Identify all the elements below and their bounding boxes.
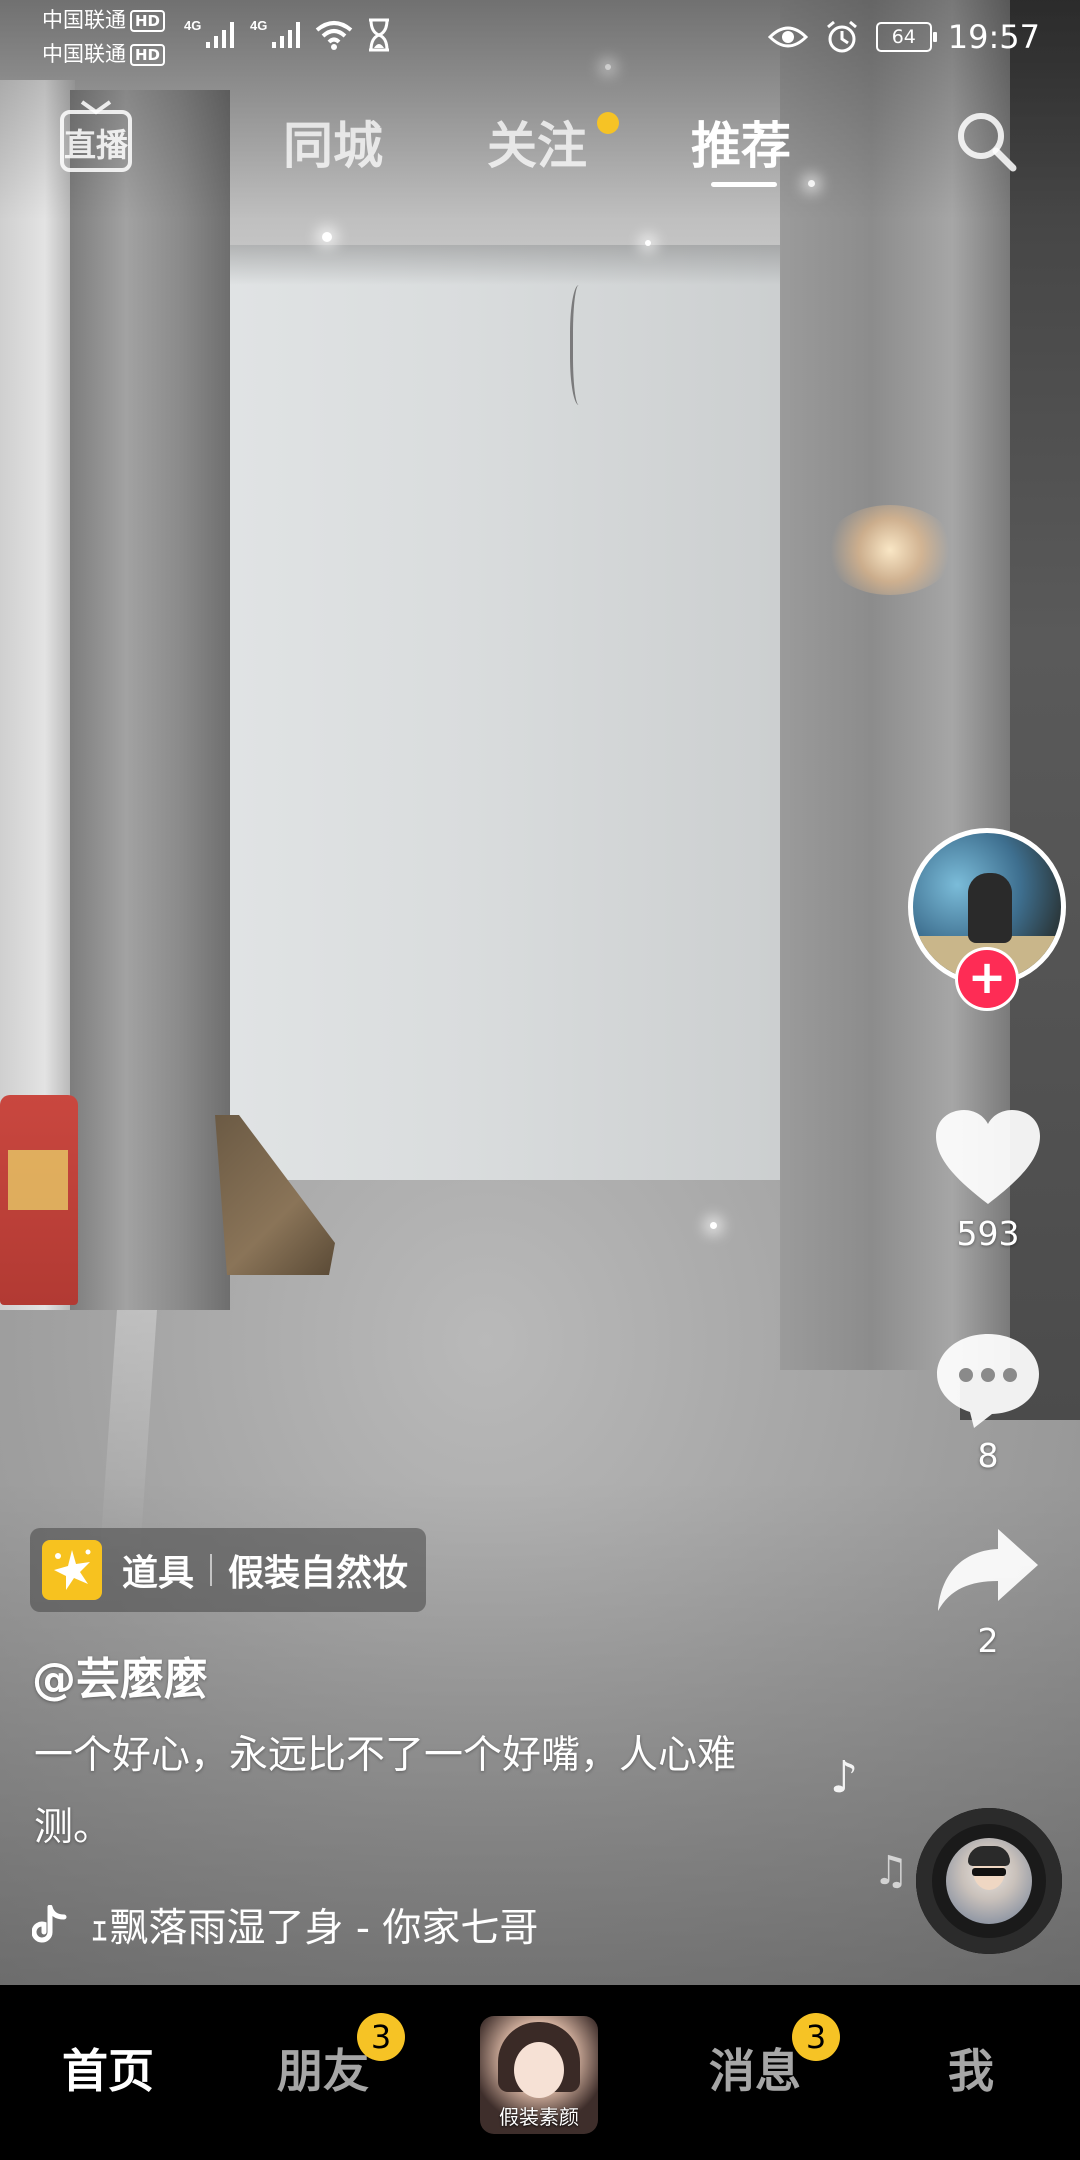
share-count: 2 — [977, 1621, 999, 1660]
video-bag-label — [8, 1150, 68, 1210]
signal-icon: 4G — [250, 18, 300, 48]
status-right-group: 64 19:57 — [767, 12, 1040, 62]
sparkle-icon — [54, 1549, 91, 1590]
sparkle — [645, 240, 651, 246]
nav-messages[interactable]: 消息 — [709, 2035, 801, 2101]
tiktok-note-icon — [32, 1905, 67, 1943]
carrier-2: 中国联通 HD — [42, 42, 166, 66]
wifi-icon — [315, 21, 353, 50]
nav-me[interactable]: 我 — [948, 2035, 994, 2101]
tab-following[interactable]: 关注 — [487, 106, 587, 178]
avatar-figure — [968, 873, 1012, 943]
status-bar: 中国联通 HD 中国联通 HD 4G 4G 64 19:57 — [0, 0, 1080, 75]
hourglass-icon — [369, 18, 389, 52]
messages-badge: 3 — [792, 2013, 840, 2061]
video-wall-shadow — [165, 245, 845, 285]
heart-icon — [936, 1110, 1040, 1204]
comment-count: 8 — [977, 1436, 999, 1475]
video-light-glow — [825, 505, 955, 595]
comment-icon — [937, 1334, 1039, 1428]
music-title: ｪ飘落雨湿了身 - 你家七哥 — [90, 1906, 539, 1951]
live-button[interactable]: 直播 — [58, 100, 134, 174]
music-disc[interactable] — [916, 1808, 1062, 1954]
live-label: 直播 — [63, 126, 128, 164]
video-back-wall — [165, 245, 845, 1235]
active-tab-indicator — [711, 182, 777, 187]
video-hanging-wire — [570, 285, 592, 405]
tab-recommended[interactable]: 推荐 — [691, 106, 791, 178]
network-type-1: 4G — [184, 18, 201, 33]
video-left-pillar — [70, 90, 230, 1310]
hd-badge: HD — [130, 44, 166, 66]
cover-hair — [968, 1846, 1010, 1866]
friends-badge: 3 — [357, 2013, 405, 2061]
top-navigation: 直播 同城 关注 推荐 — [0, 100, 1080, 200]
eye-icon — [767, 26, 808, 48]
prop-divider — [210, 1554, 213, 1586]
signal-icon: 4G — [184, 18, 234, 48]
follow-button[interactable]: + — [958, 950, 1016, 1008]
search-icon[interactable] — [953, 108, 1019, 174]
prop-tag[interactable]: 道具 假装自然妆 — [30, 1528, 427, 1612]
sparkle — [322, 232, 332, 242]
author-username[interactable]: @芸麼麼 — [32, 1643, 208, 1707]
network-type-2: 4G — [250, 18, 267, 33]
prop-label: 道具 — [122, 1553, 195, 1594]
comment-button[interactable]: 8 — [920, 1330, 1056, 1475]
nav-friends[interactable]: 朋友 — [277, 2035, 369, 2101]
prop-sparkle-icon — [42, 1540, 102, 1600]
center-thumb-label: 假装素颜 — [499, 2105, 579, 2129]
like-count: 593 — [956, 1214, 1020, 1253]
cover-glasses — [972, 1868, 1006, 1876]
share-icon — [938, 1529, 1038, 1611]
battery-indicator: 64 — [875, 22, 937, 52]
status-time: 19:57 — [947, 18, 1040, 56]
carrier-1: 中国联通 HD — [42, 8, 166, 32]
sparkle — [710, 1222, 717, 1229]
bottom-navigation: 首页 朋友 3 假装素颜 消息 3 我 — [0, 1985, 1080, 2160]
music-cover — [946, 1838, 1032, 1924]
nav-home[interactable]: 首页 — [62, 2035, 154, 2101]
carrier-1-name: 中国联通 — [42, 8, 126, 32]
center-create-button[interactable]: 假装素颜 — [480, 2016, 598, 2134]
tab-same-city[interactable]: 同城 — [283, 106, 383, 178]
like-button[interactable]: 593 — [920, 1108, 1056, 1253]
share-button[interactable]: 2 — [920, 1525, 1056, 1660]
music-note-icon: ♪ — [830, 1752, 859, 1803]
app-screen: 中国联通 HD 中国联通 HD 4G 4G 64 19:57 直播 同城 关注 … — [0, 0, 1080, 2160]
hd-badge: HD — [130, 10, 166, 32]
video-caption: 一个好心，永远比不了一个好嘴，人心难测。 — [34, 1733, 737, 1850]
carrier-2-name: 中国联通 — [42, 42, 126, 66]
thumb-face — [514, 2042, 564, 2098]
following-notification-dot — [597, 112, 619, 134]
music-notes-icon: ♫ — [873, 1848, 909, 1894]
alarm-icon — [826, 20, 857, 53]
prop-name: 假装自然妆 — [228, 1553, 409, 1594]
music-info[interactable]: ｪ飘落雨湿了身 - 你家七哥 — [32, 1895, 538, 1955]
